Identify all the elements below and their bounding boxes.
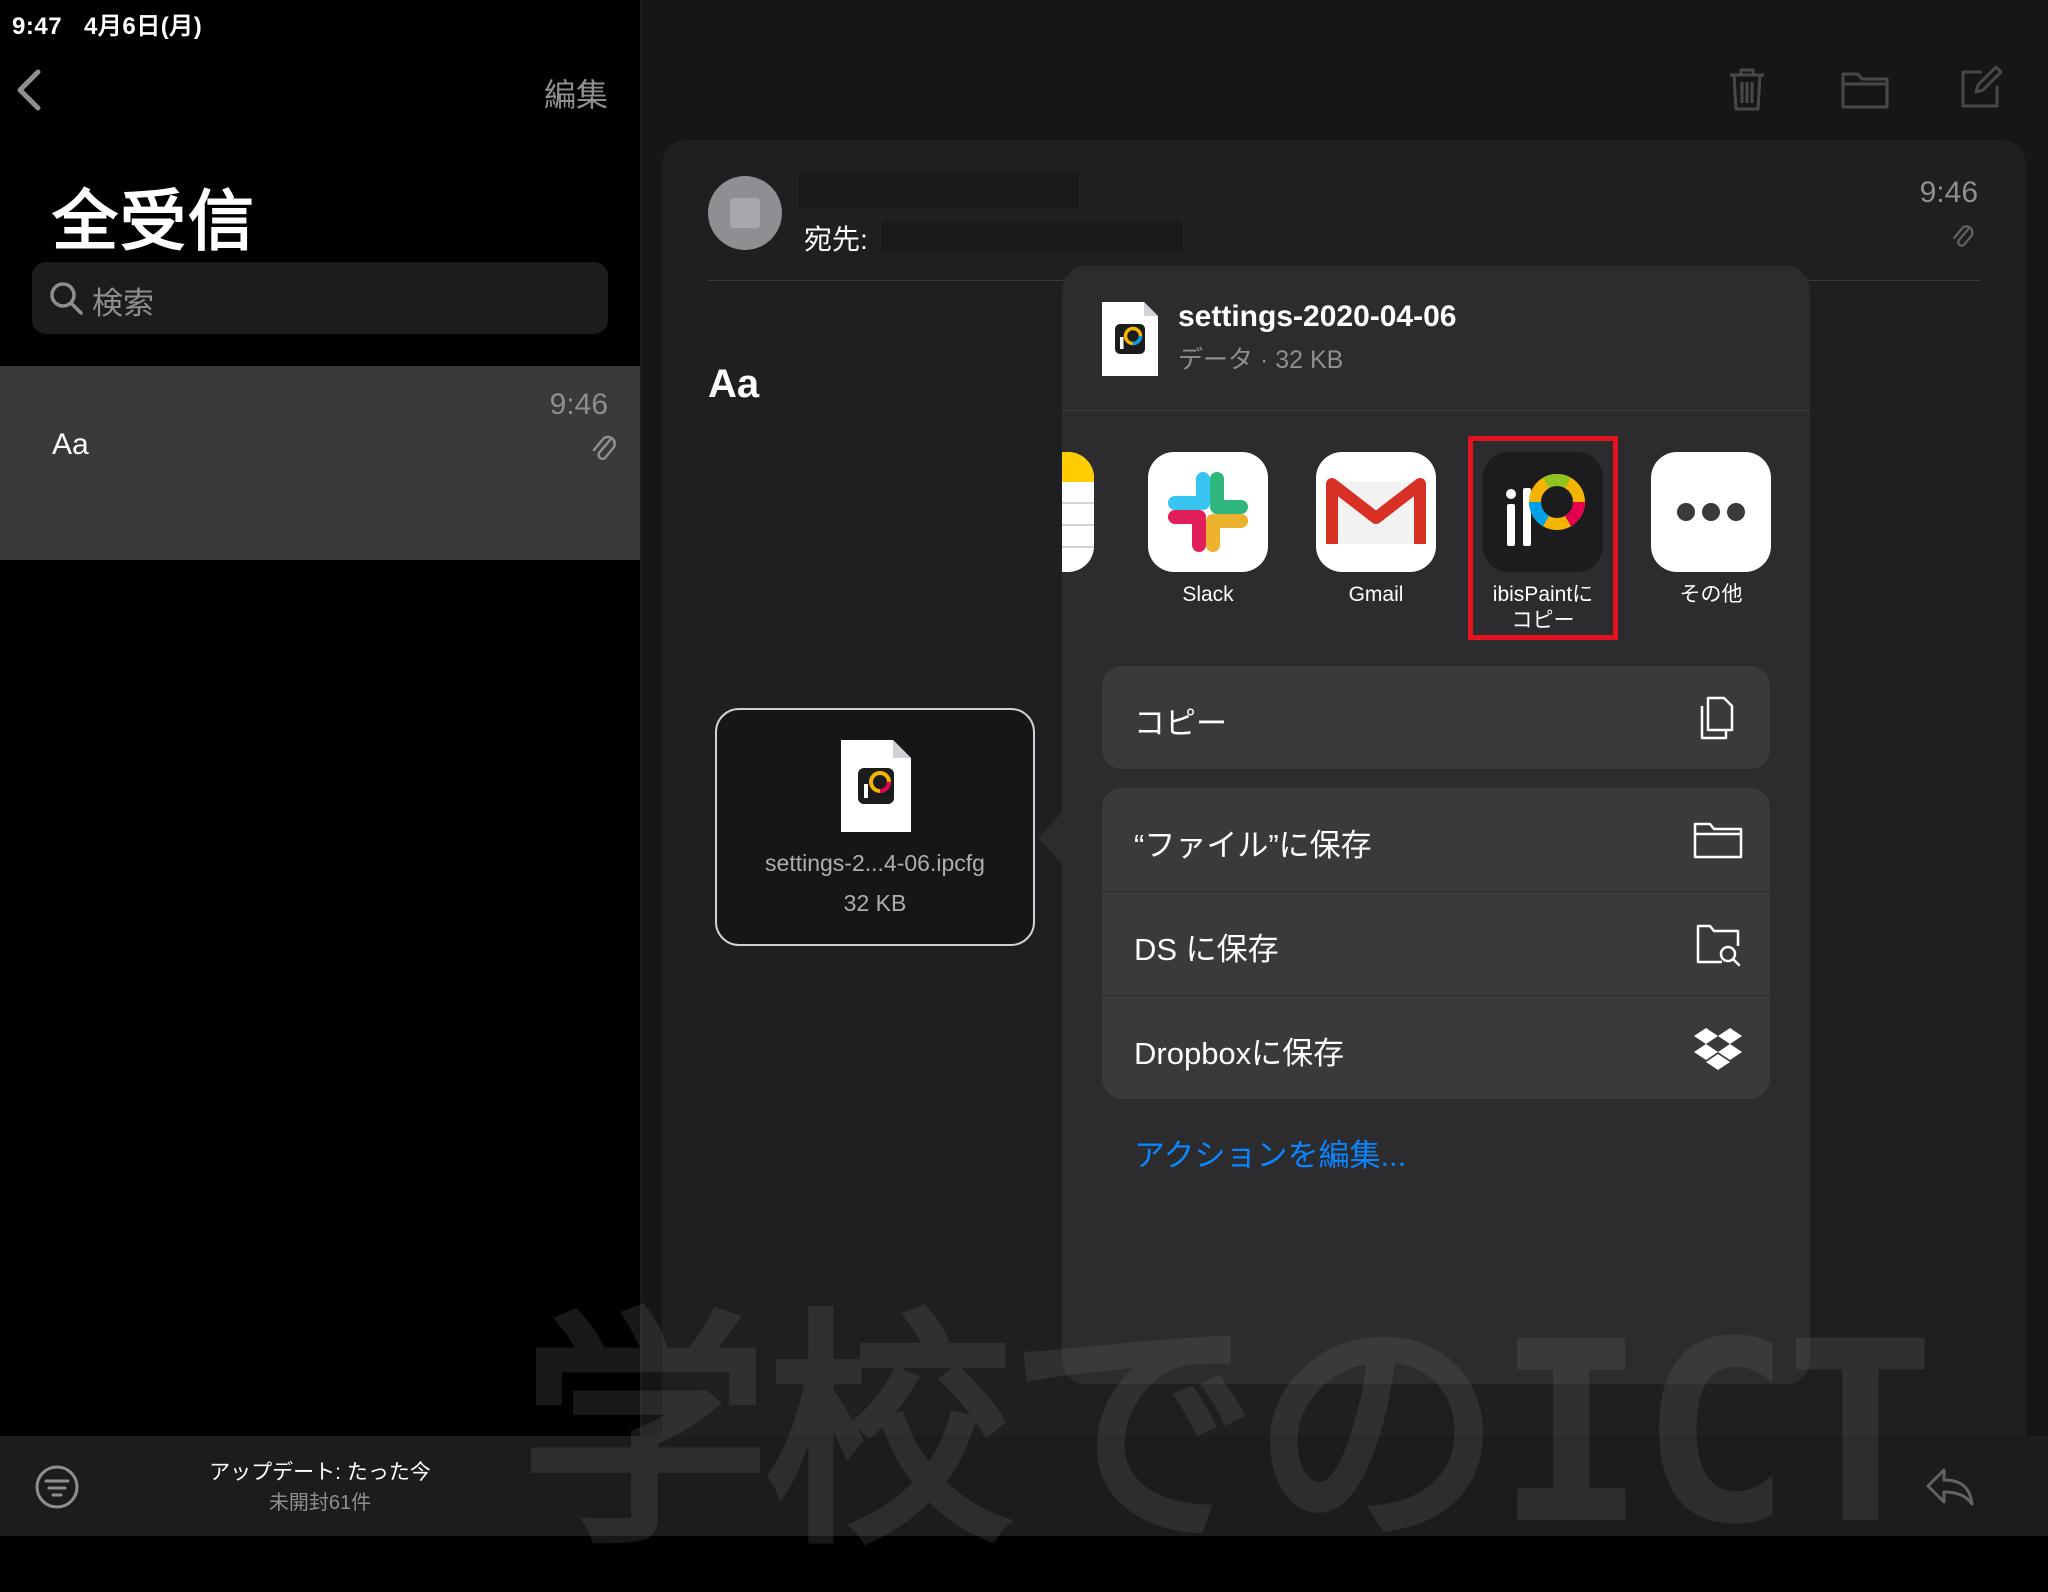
highlight-box	[1468, 436, 1618, 640]
attachment-name: settings-2...4-06.ipcfg	[765, 850, 985, 876]
status-date: 4月6日(月)	[84, 13, 203, 40]
ibispaint-file-icon	[1102, 302, 1158, 376]
action-group-save: “ファイル”に保存 DS に保存 Dropboxに保存	[1102, 788, 1770, 1099]
share-app-label: その他	[1679, 583, 1743, 606]
action-label: DS に保存	[1134, 932, 1279, 967]
action-group-copy: コピー	[1102, 666, 1770, 769]
watermark: 学校でのICT	[520, 1288, 1936, 1579]
mail-list-item[interactable]: 9:46 Aa	[0, 366, 640, 560]
share-app-label: Slack	[1182, 583, 1234, 606]
dropbox-icon	[1694, 1028, 1742, 1070]
share-app-gmail[interactable]: Gmail	[1316, 452, 1436, 608]
folder-icon	[1693, 822, 1743, 859]
action-label: コピー	[1134, 706, 1227, 741]
back-button[interactable]	[14, 68, 44, 112]
notes-app-icon[interactable]	[1062, 452, 1094, 572]
paperclip-icon	[592, 435, 616, 461]
share-app-label: Gmail	[1348, 583, 1404, 606]
message-subject: Aa	[708, 362, 760, 406]
message-time: 9:46	[1919, 176, 1978, 209]
status-bar: 9:47 4月6日(月)	[12, 6, 224, 41]
action-label: Dropboxに保存	[1134, 1036, 1345, 1071]
to-label: 宛先:	[804, 224, 868, 255]
edit-actions-link[interactable]: アクションを編集...	[1134, 1130, 1406, 1175]
compose-icon[interactable]	[1958, 64, 2004, 110]
popover-arrow	[1038, 810, 1064, 866]
share-app-more[interactable]: その他	[1651, 452, 1771, 608]
action-save-to-files[interactable]: “ファイル”に保存	[1102, 788, 1770, 891]
folder-search-icon	[1696, 924, 1741, 967]
share-sheet: settings-2020-04-06 データ · 32 KB Slack Gm…	[1062, 266, 1810, 1384]
mail-item-time: 9:46	[549, 388, 608, 421]
action-save-to-ds[interactable]: DS に保存	[1102, 891, 1770, 995]
search-field[interactable]: 検索	[32, 262, 608, 334]
edit-button[interactable]: 編集	[544, 70, 608, 116]
share-file-title: settings-2020-04-06	[1178, 300, 1457, 333]
gmail-icon	[1316, 452, 1436, 572]
folder-icon[interactable]	[1840, 66, 1890, 112]
search-icon	[50, 282, 83, 315]
attachment-size: 32 KB	[843, 890, 907, 916]
action-copy[interactable]: コピー	[1102, 666, 1770, 769]
attachment-card[interactable]: settings-2...4-06.ipcfg 32 KB	[715, 708, 1035, 946]
mail-item-subject: Aa	[52, 428, 89, 461]
mailbox-title: 全受信	[52, 184, 256, 258]
ibispaint-file-icon	[841, 740, 911, 832]
sender-redacted	[798, 172, 1078, 208]
avatar	[708, 176, 782, 250]
paperclip-icon	[1953, 225, 1974, 247]
status-time: 9:47	[12, 13, 63, 40]
action-label: “ファイル”に保存	[1134, 828, 1372, 863]
reply-icon[interactable]	[1922, 1458, 1978, 1514]
copy-icon	[1700, 696, 1734, 740]
chevron-left-icon	[17, 69, 41, 111]
share-header-divider	[1062, 410, 1810, 411]
slack-icon	[1148, 452, 1268, 572]
action-save-to-dropbox[interactable]: Dropboxに保存	[1102, 995, 1770, 1099]
recipient-redacted	[882, 222, 1182, 252]
trash-icon[interactable]	[1724, 66, 1770, 112]
share-app-slack[interactable]: Slack	[1148, 452, 1268, 608]
share-file-subtitle: データ · 32 KB	[1178, 346, 1344, 374]
search-placeholder: 検索	[92, 286, 154, 321]
more-icon	[1651, 452, 1771, 572]
